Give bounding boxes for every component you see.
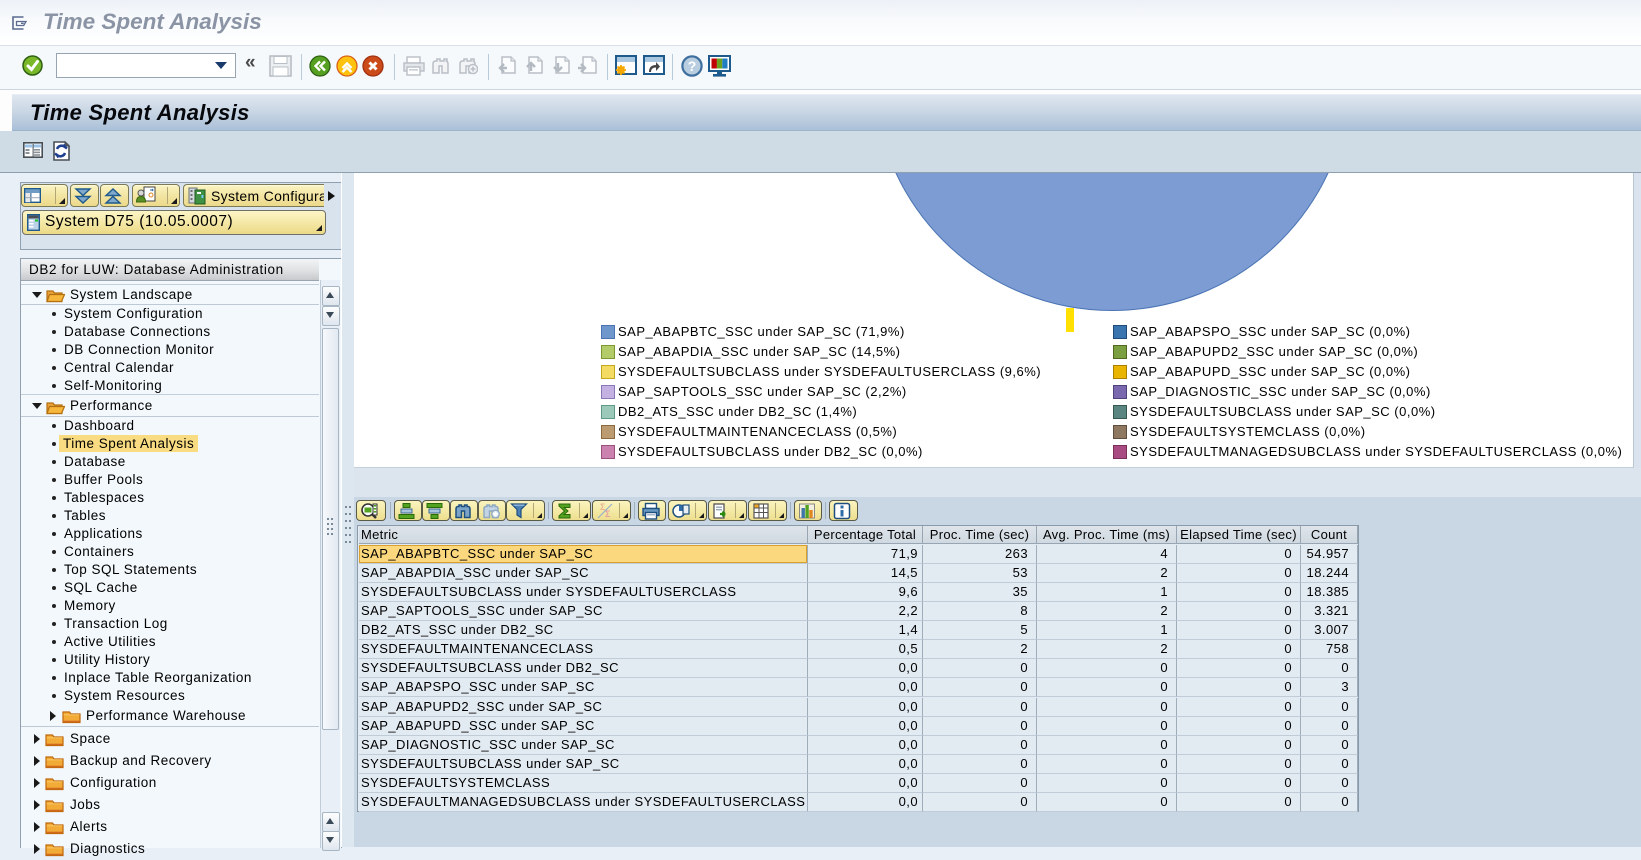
svg-text:?: ? xyxy=(688,58,697,74)
